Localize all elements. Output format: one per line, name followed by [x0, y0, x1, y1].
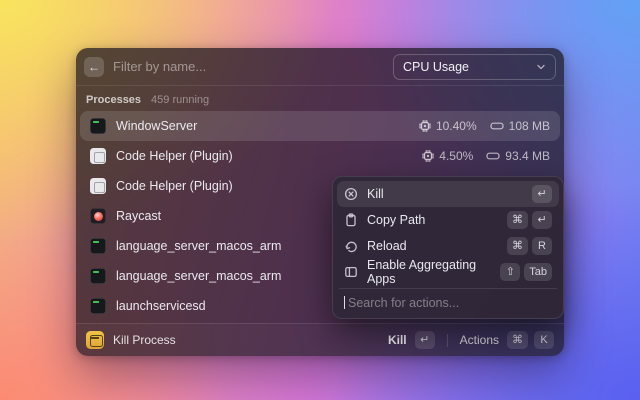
terminal-app-icon [90, 238, 106, 254]
action-item-copy-path[interactable]: Copy Path ⌘ ↵ [337, 207, 559, 233]
return-key-icon: ↵ [414, 331, 435, 349]
return-key-icon: ↵ [532, 185, 552, 203]
process-accessories: 4.50% 93.4 MB [422, 149, 550, 163]
process-row-code-helper-1[interactable]: Code Helper (Plugin) 4.50% 93.4 MB [80, 141, 560, 171]
memory-accessory: 108 MB [490, 119, 550, 133]
cpu-accessory: 10.40% [418, 119, 477, 133]
raycast-app-icon [90, 208, 106, 224]
terminal-app-icon [90, 118, 106, 134]
sort-dropdown[interactable]: CPU Usage [393, 53, 556, 80]
extension-title: Kill Process [113, 333, 176, 347]
footer-bar: Kill Process Kill ↵ Actions ⌘ K [76, 323, 564, 356]
cpu-accessory: 4.50% [422, 149, 473, 163]
cpu-value: 4.50% [439, 149, 474, 163]
code-helper-app-icon [90, 148, 106, 164]
action-item-enable-aggregating-apps[interactable]: Enable Aggregating Apps ⇧ Tab [337, 258, 559, 286]
return-key-icon: ↵ [532, 211, 552, 229]
sort-dropdown-value: CPU Usage [403, 59, 469, 74]
process-name: Code Helper (Plugin) [116, 149, 233, 163]
terminal-app-icon [90, 268, 106, 284]
code-helper-app-icon [90, 178, 106, 194]
process-name: Raycast [116, 209, 162, 223]
tab-key-icon: Tab [524, 263, 552, 281]
window-icon [344, 265, 358, 279]
primary-action-label[interactable]: Kill [388, 333, 407, 347]
command-key-icon: ⌘ [507, 237, 528, 255]
cpu-value: 10.40% [435, 119, 477, 133]
process-accessories: 10.40% 108 MB [418, 119, 550, 133]
section-count: 459 running [151, 94, 210, 106]
chevron-down-icon [536, 62, 546, 72]
action-label: Enable Aggregating Apps [367, 258, 477, 286]
footer-divider [446, 333, 448, 347]
kill-process-app-icon [86, 331, 104, 349]
action-shortcut: ↵ [532, 185, 552, 203]
process-name: launchservicesd [116, 299, 206, 313]
process-name: language_server_macos_arm [116, 269, 282, 283]
cpu-icon [418, 120, 431, 132]
top-bar: ← CPU Usage [76, 48, 564, 86]
action-shortcut: ⇧ Tab [500, 263, 552, 281]
terminal-app-icon [90, 298, 106, 314]
text-caret [344, 296, 345, 310]
section-label: Processes [86, 94, 142, 106]
action-shortcut: ⌘ R [507, 237, 552, 255]
process-name: language_server_macos_arm [116, 239, 282, 253]
process-row-windowserver[interactable]: WindowServer 10.40% 108 MB [80, 111, 560, 141]
action-search-placeholder: Search for actions... [348, 295, 460, 310]
command-key-icon: ⌘ [507, 331, 528, 349]
memory-value: 108 MB [508, 119, 550, 133]
command-key-icon: ⌘ [507, 211, 528, 229]
popup-divider [339, 288, 557, 289]
memory-accessory: 93.4 MB [486, 149, 550, 163]
action-label: Reload [367, 239, 407, 253]
action-search-input[interactable]: Search for actions... [337, 292, 559, 314]
action-item-reload[interactable]: Reload ⌘ R [337, 233, 559, 259]
memory-icon [490, 122, 504, 130]
filter-input[interactable] [113, 59, 384, 74]
memory-value: 93.4 MB [505, 149, 550, 163]
action-label: Kill [367, 187, 384, 201]
back-icon: ← [88, 59, 100, 74]
action-label: Copy Path [367, 213, 426, 227]
memory-icon [486, 152, 500, 160]
process-name: WindowServer [116, 119, 198, 133]
action-shortcut: ⌘ ↵ [507, 211, 552, 229]
desktop: { "window": { "search": { "placeholder":… [0, 0, 640, 400]
footer-actions: Kill ↵ Actions ⌘ K [388, 331, 554, 349]
actions-button[interactable]: Actions [460, 333, 499, 347]
kill-icon [344, 187, 358, 201]
clipboard-icon [344, 213, 358, 227]
reload-icon [344, 239, 358, 253]
action-menu: Kill ↵ Copy Path ⌘ ↵ Reload ⌘ R Enable A… [332, 176, 564, 319]
r-key-icon: R [532, 237, 552, 255]
section-header: Processes 459 running [76, 86, 564, 111]
cpu-icon [422, 150, 435, 162]
action-item-kill[interactable]: Kill ↵ [337, 181, 559, 207]
back-button[interactable]: ← [84, 56, 104, 77]
k-key-icon: K [534, 331, 554, 349]
shift-key-icon: ⇧ [500, 263, 521, 281]
process-name: Code Helper (Plugin) [116, 179, 233, 193]
